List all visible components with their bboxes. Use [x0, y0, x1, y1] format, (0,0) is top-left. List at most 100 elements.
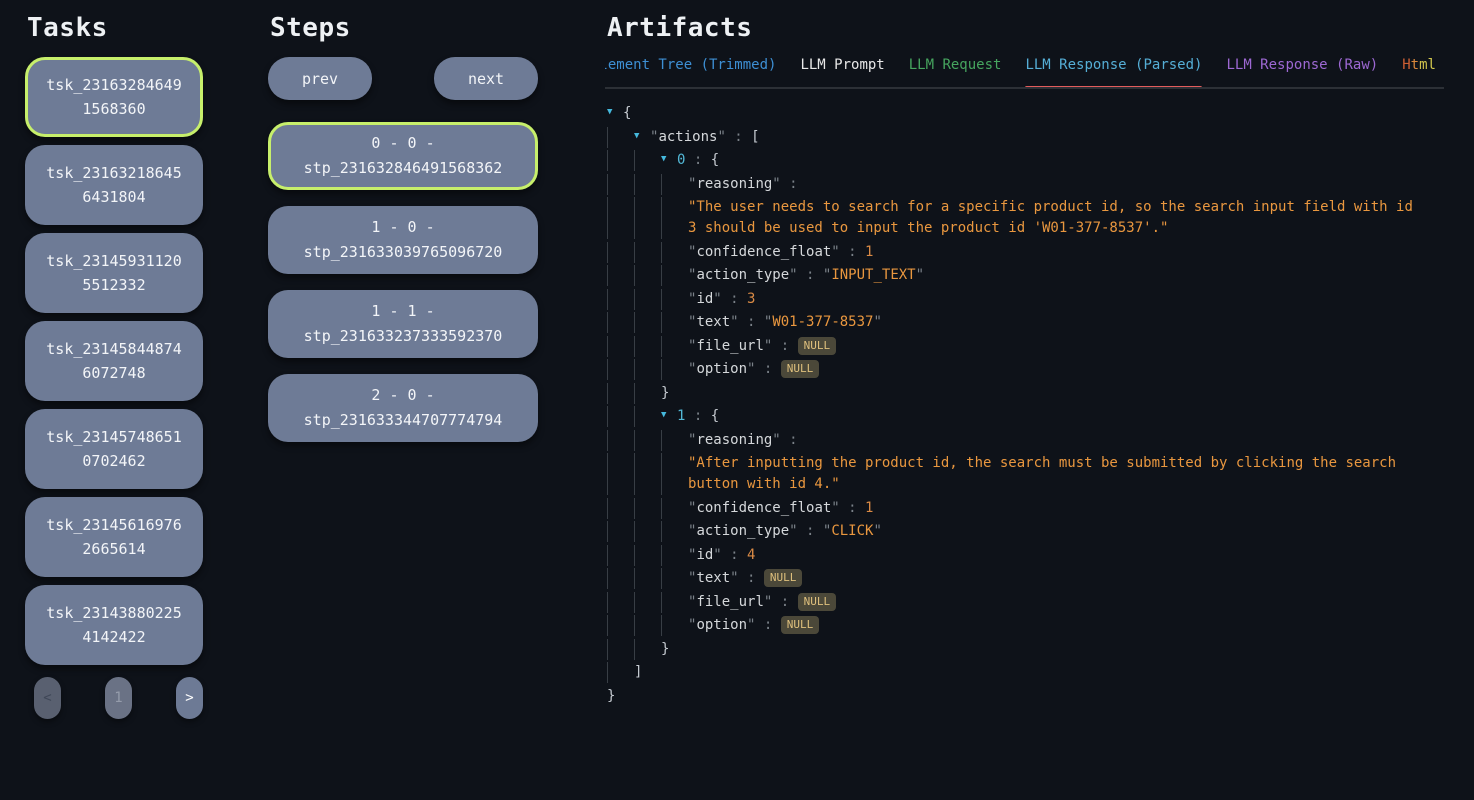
indent-guide [607, 242, 634, 263]
indent-guide [661, 545, 688, 566]
indent-guide [634, 615, 661, 636]
indent-guide [607, 568, 634, 589]
indent-guide [607, 639, 634, 660]
indent-guide [607, 127, 634, 148]
task-button[interactable]: tsk_231632186456431804 [25, 145, 203, 225]
collapse-icon[interactable]: ▼ [607, 102, 623, 123]
json-token: " : [831, 244, 865, 260]
json-line: "action_type" : "INPUT_TEXT" [607, 265, 1444, 286]
json-token: file_url [696, 594, 763, 610]
tab-char: t [1411, 57, 1419, 73]
json-tokens: "action_type" : "CLICK" [688, 521, 882, 542]
steps-panel: Steps prev next 0 - 0 - stp_231632846491… [268, 13, 538, 719]
json-token: " [873, 314, 881, 330]
json-token: " : [764, 338, 798, 354]
json-token: : [685, 152, 710, 168]
indent-guide [607, 174, 634, 195]
tab-llm-response-parsed[interactable]: LLM Response (Parsed) [1025, 57, 1202, 87]
indent-guide [607, 521, 634, 542]
json-token: W01-377-8537 [772, 314, 873, 330]
task-button[interactable]: tsk_231632846491568360 [25, 57, 203, 137]
task-button[interactable]: tsk_231456169762665614 [25, 497, 203, 577]
indent-guide [661, 521, 688, 542]
step-button[interactable]: 2 - 0 - stp_231633344707774794 [268, 374, 538, 442]
indent-guide [607, 592, 634, 613]
json-line: "text" : NULL [607, 568, 1444, 589]
steps-nav: prev next [268, 57, 538, 100]
json-tokens: "option" : NULL [688, 359, 819, 380]
json-line: ▼1 : { [607, 406, 1444, 427]
indent-guide [661, 430, 688, 451]
indent-guide [661, 174, 688, 195]
json-line: "reasoning" : [607, 174, 1444, 195]
json-tokens: "text" : "W01-377-8537" [688, 312, 882, 333]
json-token: NULL [764, 569, 803, 587]
json-line: ▼{ [607, 103, 1444, 124]
pagination-page-button[interactable]: 1 [105, 677, 132, 719]
steps-next-button[interactable]: next [434, 57, 538, 100]
json-viewer: ▼{▼"actions" : [▼0 : {"reasoning" : "The… [605, 103, 1444, 707]
json-token: reasoning [696, 432, 772, 448]
json-line: "file_url" : NULL [607, 336, 1444, 357]
json-line: } [607, 639, 1444, 660]
json-token: " : [747, 361, 781, 377]
indent-guide [661, 312, 688, 333]
json-token: " : [730, 570, 764, 586]
json-token: option [696, 361, 747, 377]
collapse-icon[interactable]: ▼ [661, 405, 677, 426]
artifacts-tabs: Element Tree (Trimmed) LLM Prompt LLM Requ… [605, 57, 1444, 89]
json-token: " [916, 267, 924, 283]
indent-guide [661, 242, 688, 263]
json-token: " : [747, 617, 781, 633]
task-button[interactable]: tsk_231458448746072748 [25, 321, 203, 401]
pagination-next-button[interactable]: > [176, 677, 203, 719]
tab-llm-request[interactable]: LLM Request [909, 57, 1002, 87]
indent-guide [634, 336, 661, 357]
json-line: "id" : 4 [607, 545, 1444, 566]
task-button[interactable]: tsk_231459311205512332 [25, 233, 203, 313]
json-tokens: 0 : { [677, 150, 719, 171]
json-line: ▼0 : { [607, 150, 1444, 171]
json-line: } [607, 686, 1444, 707]
json-line: } [607, 383, 1444, 404]
json-token: " : [789, 267, 823, 283]
indent-guide [607, 336, 634, 357]
indent-guide [661, 289, 688, 310]
step-button[interactable]: 1 - 0 - stp_231633039765096720 [268, 206, 538, 274]
step-button[interactable]: 0 - 0 - stp_231632846491568362 [268, 122, 538, 190]
json-token: text [696, 314, 730, 330]
indent-guide [661, 615, 688, 636]
json-token: NULL [781, 360, 820, 378]
json-line: "The user needs to search for a specific… [607, 197, 1444, 239]
indent-guide [661, 359, 688, 380]
indent-guide [661, 197, 688, 239]
indent-guide [634, 265, 661, 286]
json-line: "id" : 3 [607, 289, 1444, 310]
json-token: ] [634, 664, 642, 680]
step-button[interactable]: 1 - 1 - stp_231633237333592370 [268, 290, 538, 358]
tab-element-tree-trimmed[interactable]: Element Tree (Trimmed) [605, 57, 776, 87]
tab-char: l [1428, 57, 1436, 73]
indent-guide [607, 615, 634, 636]
steps-prev-button[interactable]: prev [268, 57, 372, 100]
indent-guide [634, 498, 661, 519]
json-token: INPUT_TEXT [831, 267, 915, 283]
tab-llm-prompt[interactable]: LLM Prompt [800, 57, 884, 87]
pagination-prev-button[interactable]: < [34, 677, 61, 719]
json-token: " : [717, 129, 751, 145]
json-token: "The user needs to search for a specific… [688, 199, 1421, 236]
json-tokens: "file_url" : NULL [688, 592, 836, 613]
tab-llm-response-raw[interactable]: LLM Response (Raw) [1226, 57, 1378, 87]
indent-guide [607, 383, 634, 404]
json-line: "option" : NULL [607, 359, 1444, 380]
task-button[interactable]: tsk_231457486510702462 [25, 409, 203, 489]
collapse-icon[interactable]: ▼ [634, 126, 650, 147]
collapse-icon[interactable]: ▼ [661, 149, 677, 170]
json-tokens: { [623, 103, 631, 124]
json-token: " : [772, 432, 806, 448]
json-tokens: "confidence_float" : 1 [688, 498, 873, 519]
json-tokens: "text" : NULL [688, 568, 802, 589]
tab-html-raw[interactable]: Html (Raw) [1402, 57, 1444, 87]
task-button[interactable]: tsk_231438802254142422 [25, 585, 203, 665]
json-line: "reasoning" : [607, 430, 1444, 451]
